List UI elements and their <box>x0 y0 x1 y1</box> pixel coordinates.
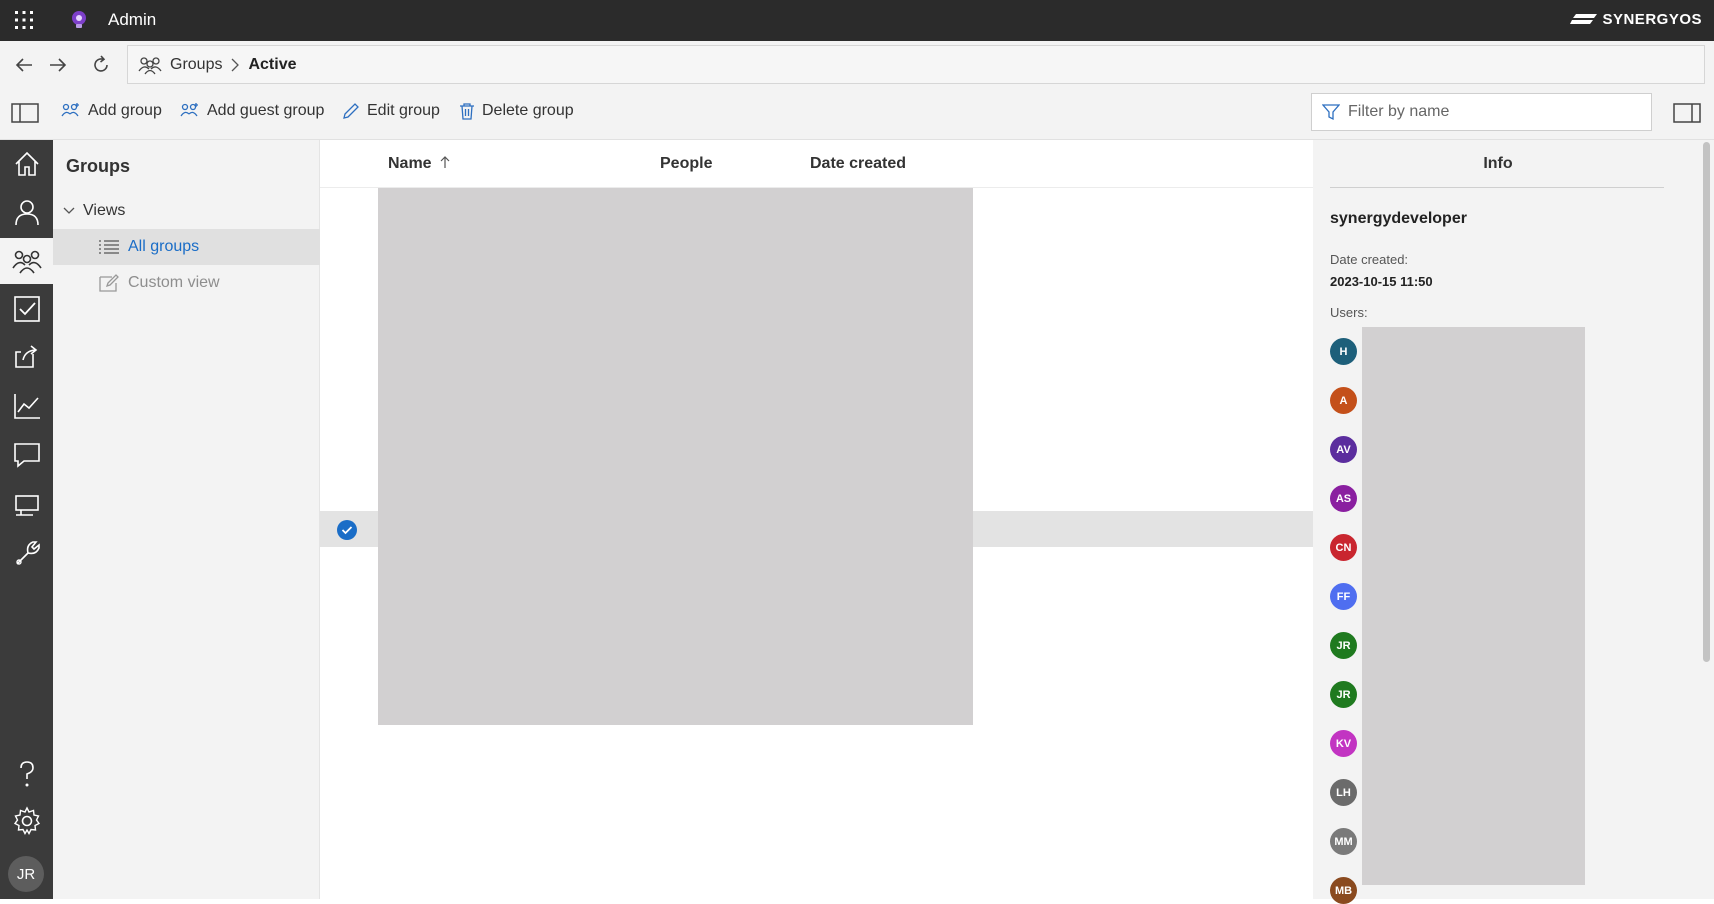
info-panel: Info synergydeveloper Date created: 2023… <box>1313 140 1699 904</box>
rail-reports[interactable] <box>0 383 53 429</box>
edit-group-button[interactable]: Edit group <box>342 102 440 120</box>
user-avatar[interactable]: JR <box>1330 632 1357 659</box>
redacted-user-names <box>1362 327 1585 885</box>
date-created-value: 2023-10-15 11:50 <box>1330 274 1433 289</box>
brand-mark-icon <box>1570 13 1598 24</box>
user-avatar[interactable]: JR <box>1330 681 1357 708</box>
filter-box[interactable] <box>1311 93 1652 131</box>
tasks-icon <box>13 296 40 322</box>
groups-icon <box>138 56 162 74</box>
command-toolbar: Add group Add guest group Edit group Del… <box>0 88 1714 140</box>
user-avatar[interactable]: CN <box>1330 534 1357 561</box>
groups-icon <box>11 250 42 274</box>
user-avatar[interactable]: AV <box>1330 436 1357 463</box>
add-group-button[interactable]: Add group <box>61 102 162 120</box>
add-guest-group-icon <box>180 103 198 117</box>
column-date-header[interactable]: Date created <box>810 155 906 173</box>
scrollbar[interactable] <box>1699 140 1714 899</box>
forward-arrow-icon[interactable] <box>47 54 69 76</box>
breadcrumb: Groups Active <box>127 45 1705 84</box>
user-avatar[interactable]: MB <box>1330 877 1357 904</box>
edit-view-icon <box>99 274 119 292</box>
back-arrow-icon[interactable] <box>13 54 35 76</box>
breadcrumb-groups[interactable]: Groups <box>170 56 222 74</box>
user-avatar[interactable]: A <box>1330 387 1357 414</box>
app-title: Admin <box>108 10 157 29</box>
edit-group-label: Edit group <box>367 102 440 119</box>
users-label: Users: <box>1330 305 1368 320</box>
chevron-down-icon <box>63 207 75 214</box>
help-icon <box>19 761 34 787</box>
column-name-header[interactable]: Name <box>388 155 450 173</box>
home-icon <box>14 151 39 176</box>
user-avatar[interactable]: JR <box>8 856 44 892</box>
group-name: synergydeveloper <box>1330 210 1467 227</box>
view-custom-label: Custom view <box>128 274 220 291</box>
user-icon <box>14 200 39 226</box>
trash-icon <box>460 103 474 120</box>
breadcrumb-active[interactable]: Active <box>248 56 296 74</box>
divider <box>1330 187 1664 188</box>
settings-icon <box>13 806 40 835</box>
toggle-nav-pane-icon[interactable] <box>11 103 39 123</box>
brand-logo: SYNERGYOS <box>1570 11 1702 28</box>
user-avatar[interactable]: FF <box>1330 583 1357 610</box>
rail-users[interactable] <box>0 189 53 235</box>
filter-input[interactable] <box>1348 103 1628 121</box>
share-icon <box>14 345 37 368</box>
views-label: Views <box>83 202 126 219</box>
groups-grid: Name People Date created <box>320 140 1313 899</box>
delete-group-button[interactable]: Delete group <box>459 102 574 120</box>
devices-icon <box>14 495 39 516</box>
user-avatar[interactable]: LH <box>1330 779 1357 806</box>
rail-tasks[interactable] <box>0 286 53 332</box>
date-created-label: Date created: <box>1330 252 1409 267</box>
filter-icon <box>1322 104 1340 121</box>
delete-group-label: Delete group <box>482 102 574 119</box>
scrollbar-thumb[interactable] <box>1703 142 1710 662</box>
groups-side-panel: Groups Views All groups Custom view <box>53 140 320 899</box>
user-avatar[interactable]: AS <box>1330 485 1357 512</box>
navigation-bar: Groups Active <box>0 41 1714 88</box>
reports-icon <box>13 394 40 419</box>
add-group-label: Add group <box>88 102 162 119</box>
view-custom[interactable]: Custom view <box>53 265 320 301</box>
rail-share[interactable] <box>0 334 53 380</box>
list-icon <box>99 240 119 254</box>
rail-settings[interactable] <box>0 798 53 844</box>
chat-icon <box>13 443 40 468</box>
app-launcher-icon[interactable] <box>14 10 34 30</box>
lightbulb-icon <box>72 11 86 28</box>
refresh-icon[interactable] <box>90 54 112 76</box>
row-selected-check-icon[interactable] <box>337 520 357 540</box>
add-guest-group-button[interactable]: Add guest group <box>180 102 324 120</box>
view-all-groups[interactable]: All groups <box>53 229 320 265</box>
add-guest-group-label: Add guest group <box>207 102 325 119</box>
brand-name: SYNERGYOS <box>1602 11 1702 28</box>
sort-ascending-icon <box>440 156 450 168</box>
pencil-icon <box>343 103 359 119</box>
user-avatar[interactable]: MM <box>1330 828 1357 855</box>
rail-help[interactable] <box>0 751 53 797</box>
grid-header: Name People Date created <box>320 140 1313 188</box>
add-group-icon <box>61 103 79 117</box>
rail-tools[interactable] <box>0 530 53 576</box>
column-people-header[interactable]: People <box>660 155 712 173</box>
rail-devices[interactable] <box>0 482 53 528</box>
view-all-groups-label: All groups <box>128 238 200 255</box>
top-bar: Admin SYNERGYOS <box>0 0 1714 41</box>
side-panel-title: Groups <box>66 156 131 176</box>
info-title: Info <box>1483 155 1513 172</box>
tools-icon <box>15 541 40 565</box>
app-rail: JR <box>0 140 53 899</box>
redacted-rows <box>378 188 973 725</box>
toggle-info-pane-icon[interactable] <box>1673 103 1701 123</box>
rail-chat[interactable] <box>0 432 53 478</box>
chevron-right-icon <box>232 58 240 71</box>
rail-groups[interactable] <box>0 238 53 284</box>
rail-home[interactable] <box>0 141 53 187</box>
user-avatar[interactable]: H <box>1330 338 1357 365</box>
views-section-toggle[interactable]: Views <box>63 202 125 220</box>
user-avatar[interactable]: KV <box>1330 730 1357 757</box>
